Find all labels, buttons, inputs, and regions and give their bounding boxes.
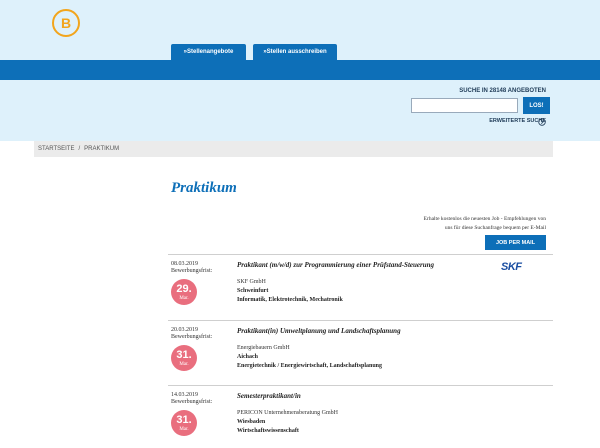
advanced-search-link[interactable]: ERWEITERTE SUCHE [440,118,546,124]
job-date: 20.03.2019 [171,327,198,333]
page-title: Praktikum [171,180,237,196]
job-company: PERICON Unternehmensberatung GmbH [237,410,338,416]
tab-stellenangebote[interactable]: »Stellenangebote [171,44,246,60]
chevron-right-circle-icon[interactable] [538,118,546,126]
breadcrumb-home[interactable]: STARTSEITE [38,146,74,152]
deadline-badge: 29. Mar. [171,279,197,305]
divider [168,385,553,386]
job-date: 14.03.2019 [171,392,198,398]
breadcrumb: STARTSEITE / PRAKTIKUM [34,141,553,157]
deadline-month: Mar. [179,362,189,367]
job-mail-promo: Erhalte kostenlos die neuesten Job - Emp… [390,215,546,233]
search-input[interactable] [411,98,518,113]
breadcrumb-separator: / [78,146,81,152]
deadline-badge: 31. Mar. [171,410,197,436]
site-logo[interactable]: B [51,8,81,38]
promo-text-line2: uns für diese Suchanfrage bequem per E-M… [444,225,546,231]
deadline-day: 29. [176,283,192,295]
job-city: Aichach [237,354,258,360]
deadline-label: Bewerbungsfrist: [171,399,213,405]
job-field: Energietechnik / Energiewirtschaft, Land… [237,363,383,369]
job-listing[interactable]: 14.03.2019 Bewerbungsfrist: 31. Mar. Sem… [171,391,551,448]
job-company: SKF GmbH [237,279,266,285]
deadline-label: Bewerbungsfrist: [171,334,213,340]
deadline-badge: 31. Mar. [171,345,197,371]
divider [168,254,553,255]
tab-stellen-ausschreiben[interactable]: »Stellen ausschreiben [253,44,337,60]
search-button[interactable]: LOS! [523,97,550,114]
deadline-month: Mar. [179,296,189,301]
nav-bar [0,60,600,80]
job-field: Wirtschaftswissenschaft [237,428,299,434]
logo-letter: B [61,15,71,31]
job-company: Energiebauern GmbH [237,345,290,351]
deadline-day: 31. [176,414,192,426]
job-city: Wiesbaden [237,419,266,425]
divider [168,320,553,321]
job-per-mail-button[interactable]: JOB PER MAIL [485,235,546,250]
deadline-month: Mar. [179,427,189,432]
job-title-link[interactable]: Praktikant (m/w/d) zur Programmierung ei… [237,261,507,269]
job-date: 08.03.2019 [171,261,198,267]
deadline-day: 31. [176,349,192,361]
job-city: Schweinfurt [237,288,269,294]
job-title-link[interactable]: Praktikant(in) Umweltplanung und Landsch… [237,327,507,335]
breadcrumb-current: PRAKTIKUM [84,146,120,152]
company-logo[interactable]: SKF [501,261,522,273]
job-title-link[interactable]: Semesterpraktikant/in [237,392,507,400]
search-label: SUCHE IN 28148 ANGEBOTEN [459,88,546,94]
promo-text-line1: Erhalte kostenlos die neuesten Job - Emp… [423,216,546,222]
deadline-label: Bewerbungsfrist: [171,268,213,274]
job-field: Informatik, Elektrotechnik, Mechatronik [237,297,343,303]
